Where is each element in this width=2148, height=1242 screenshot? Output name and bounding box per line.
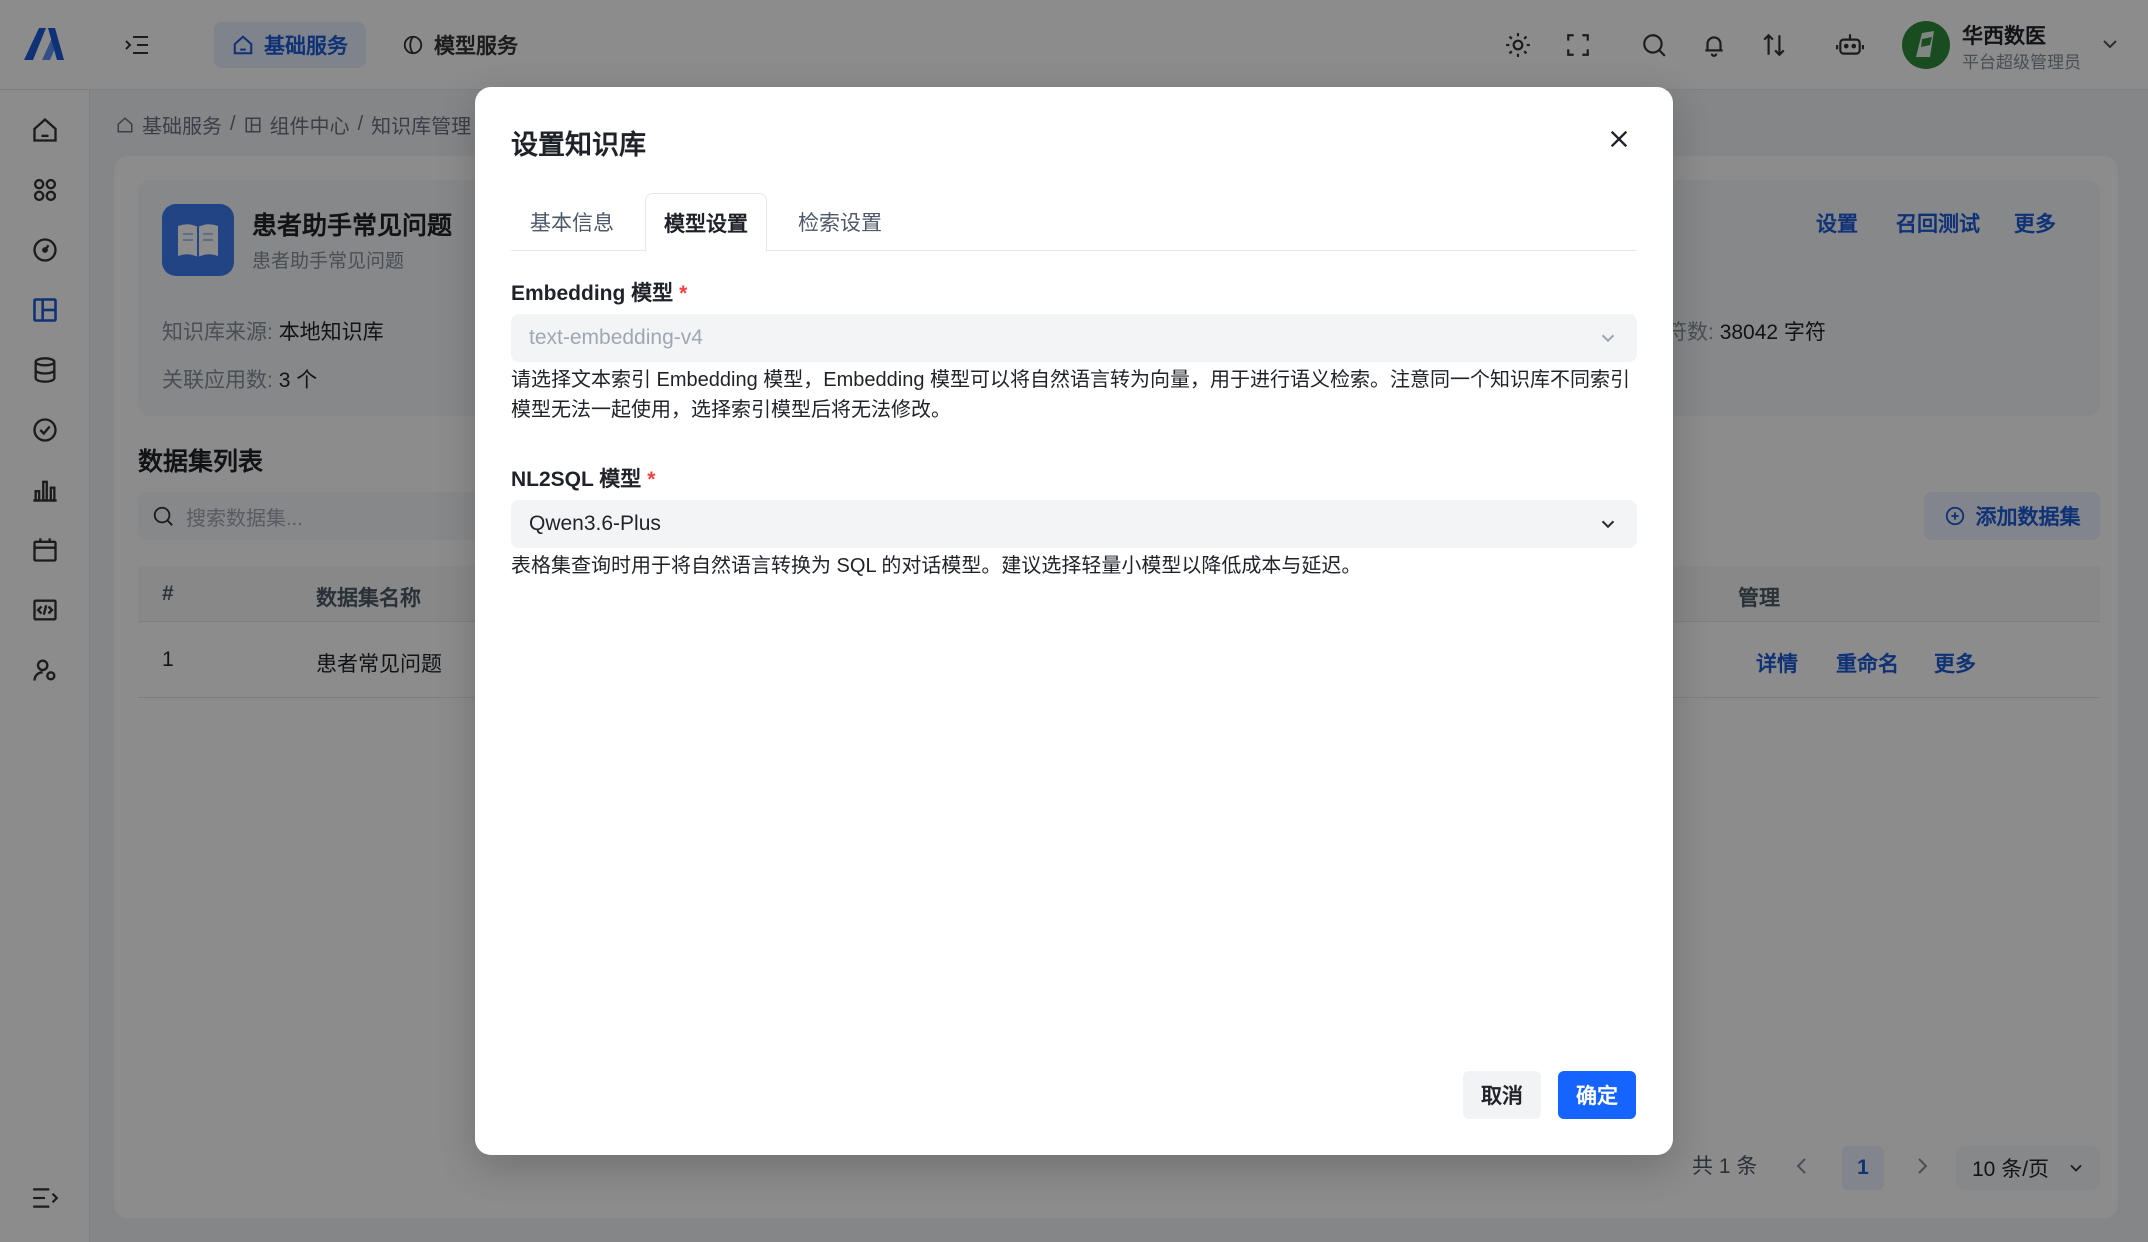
tab-model-settings[interactable]: 模型设置: [645, 193, 767, 252]
embedding-model-select[interactable]: text-embedding-v4: [511, 314, 1637, 362]
close-icon[interactable]: [1603, 123, 1635, 155]
required-mark: *: [647, 468, 656, 491]
embedding-label-text: Embedding 模型: [511, 282, 674, 305]
nl2sql-model-select[interactable]: Qwen3.6-Plus: [511, 500, 1637, 548]
embedding-help-text: 请选择文本索引 Embedding 模型，Embedding 模型可以将自然语言…: [511, 369, 1631, 421]
embedding-label: Embedding 模型 *: [511, 277, 687, 307]
tab-retrieval-settings[interactable]: 检索设置: [779, 193, 901, 251]
tab-basic-info[interactable]: 基本信息: [511, 193, 633, 251]
confirm-button[interactable]: 确定: [1558, 1071, 1636, 1119]
cancel-button[interactable]: 取消: [1463, 1071, 1541, 1119]
modal-title: 设置知识库: [511, 130, 646, 160]
settings-modal: 设置知识库 基本信息 模型设置 检索设置 Embedding 模型 * text-…: [475, 87, 1673, 1155]
chevron-down-icon: [1601, 334, 1615, 343]
modal-tabs: 基本信息 模型设置 检索设置: [511, 193, 1637, 252]
nl2sql-label: NL2SQL 模型 *: [511, 463, 655, 493]
embedding-model-value: text-embedding-v4: [529, 326, 703, 349]
nl2sql-model-value: Qwen3.6-Plus: [529, 512, 661, 535]
chevron-down-icon: [1601, 520, 1615, 529]
nl2sql-label-text: NL2SQL 模型: [511, 468, 642, 491]
required-mark: *: [679, 282, 688, 305]
nl2sql-help-text: 表格集查询时用于将自然语言转换为 SQL 的对话模型。建议选择轻量小模型以降低成…: [511, 555, 1362, 577]
